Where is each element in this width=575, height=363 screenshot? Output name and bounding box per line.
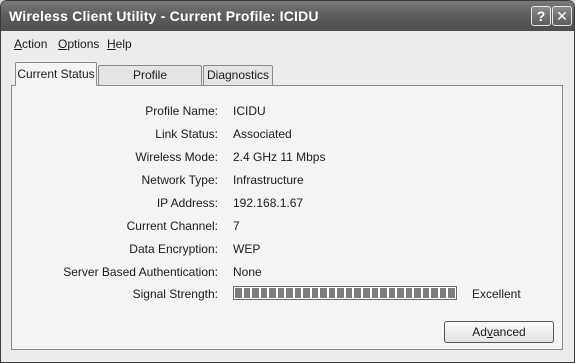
signal-segment <box>362 288 370 298</box>
menu-options[interactable]: Options <box>58 37 99 51</box>
signal-segment <box>235 288 242 298</box>
signal-segment <box>431 288 438 298</box>
signal-segment <box>380 288 387 298</box>
profile-name-value: ICIDU <box>233 104 266 118</box>
signal-segment <box>269 288 276 298</box>
tab-diagnostics[interactable]: Diagnostics <box>203 65 273 86</box>
signal-segment <box>337 288 344 298</box>
signal-segment <box>286 288 293 298</box>
link-status-label: Link Status: <box>155 127 218 141</box>
server-auth-value: None <box>233 265 262 279</box>
window-title: Wireless Client Utility - Current Profil… <box>9 8 319 24</box>
menu-help[interactable]: Help <box>107 37 132 51</box>
signal-segment <box>422 288 430 298</box>
signal-segment <box>294 288 302 298</box>
advanced-button[interactable]: Advanced <box>444 321 554 343</box>
signal-segment <box>320 288 327 298</box>
tab-profile-management[interactable]: Profile Management <box>98 65 202 101</box>
signal-segment <box>260 288 268 298</box>
ip-address-value: 192.168.1.67 <box>233 196 304 210</box>
current-channel-value: 7 <box>233 219 240 233</box>
close-icon[interactable]: ✕ <box>552 6 572 26</box>
signal-segment <box>414 288 421 298</box>
wireless-mode-value: 2.4 GHz 11 Mbps <box>233 150 326 164</box>
wireless-client-utility-window: Wireless Client Utility - Current Profil… <box>0 0 575 363</box>
signal-segment <box>439 288 447 298</box>
current-channel-label: Current Channel: <box>126 219 218 233</box>
menu-action[interactable]: Action <box>14 37 47 51</box>
signal-segment <box>354 288 361 298</box>
profile-name-label: Profile Name: <box>145 104 218 118</box>
signal-segment <box>345 288 353 298</box>
help-icon[interactable]: ? <box>531 6 551 26</box>
signal-strength-label: Signal Strength: <box>132 287 218 301</box>
tab-current-status[interactable]: Current Status <box>15 62 97 86</box>
signal-segment <box>277 288 285 298</box>
data-encryption-value: WEP <box>233 242 261 256</box>
ip-address-label: IP Address: <box>156 196 218 210</box>
wireless-mode-label: Wireless Mode: <box>135 150 218 164</box>
signal-segment <box>448 288 455 298</box>
link-status-value: Associated <box>233 127 292 141</box>
data-encryption-label: Data Encryption: <box>129 242 218 256</box>
signal-segment <box>388 288 396 298</box>
signal-segment <box>371 288 379 298</box>
menu-bar: Action Options Help <box>1 32 574 54</box>
signal-segment <box>405 288 413 298</box>
signal-segment <box>243 288 251 298</box>
signal-segment <box>397 288 404 298</box>
signal-strength-meter <box>233 286 457 300</box>
signal-segment <box>328 288 336 298</box>
current-status-panel <box>11 85 563 350</box>
signal-segment <box>311 288 319 298</box>
signal-segment <box>303 288 310 298</box>
signal-quality-text: Excellent <box>472 287 521 301</box>
network-type-label: Network Type: <box>141 173 218 187</box>
signal-segment <box>252 288 259 298</box>
advanced-button-label: Advanced <box>472 325 526 339</box>
title-bar[interactable]: Wireless Client Utility - Current Profil… <box>1 1 574 31</box>
network-type-value: Infrastructure <box>233 173 304 187</box>
server-auth-label: Server Based Authentication: <box>63 265 218 279</box>
